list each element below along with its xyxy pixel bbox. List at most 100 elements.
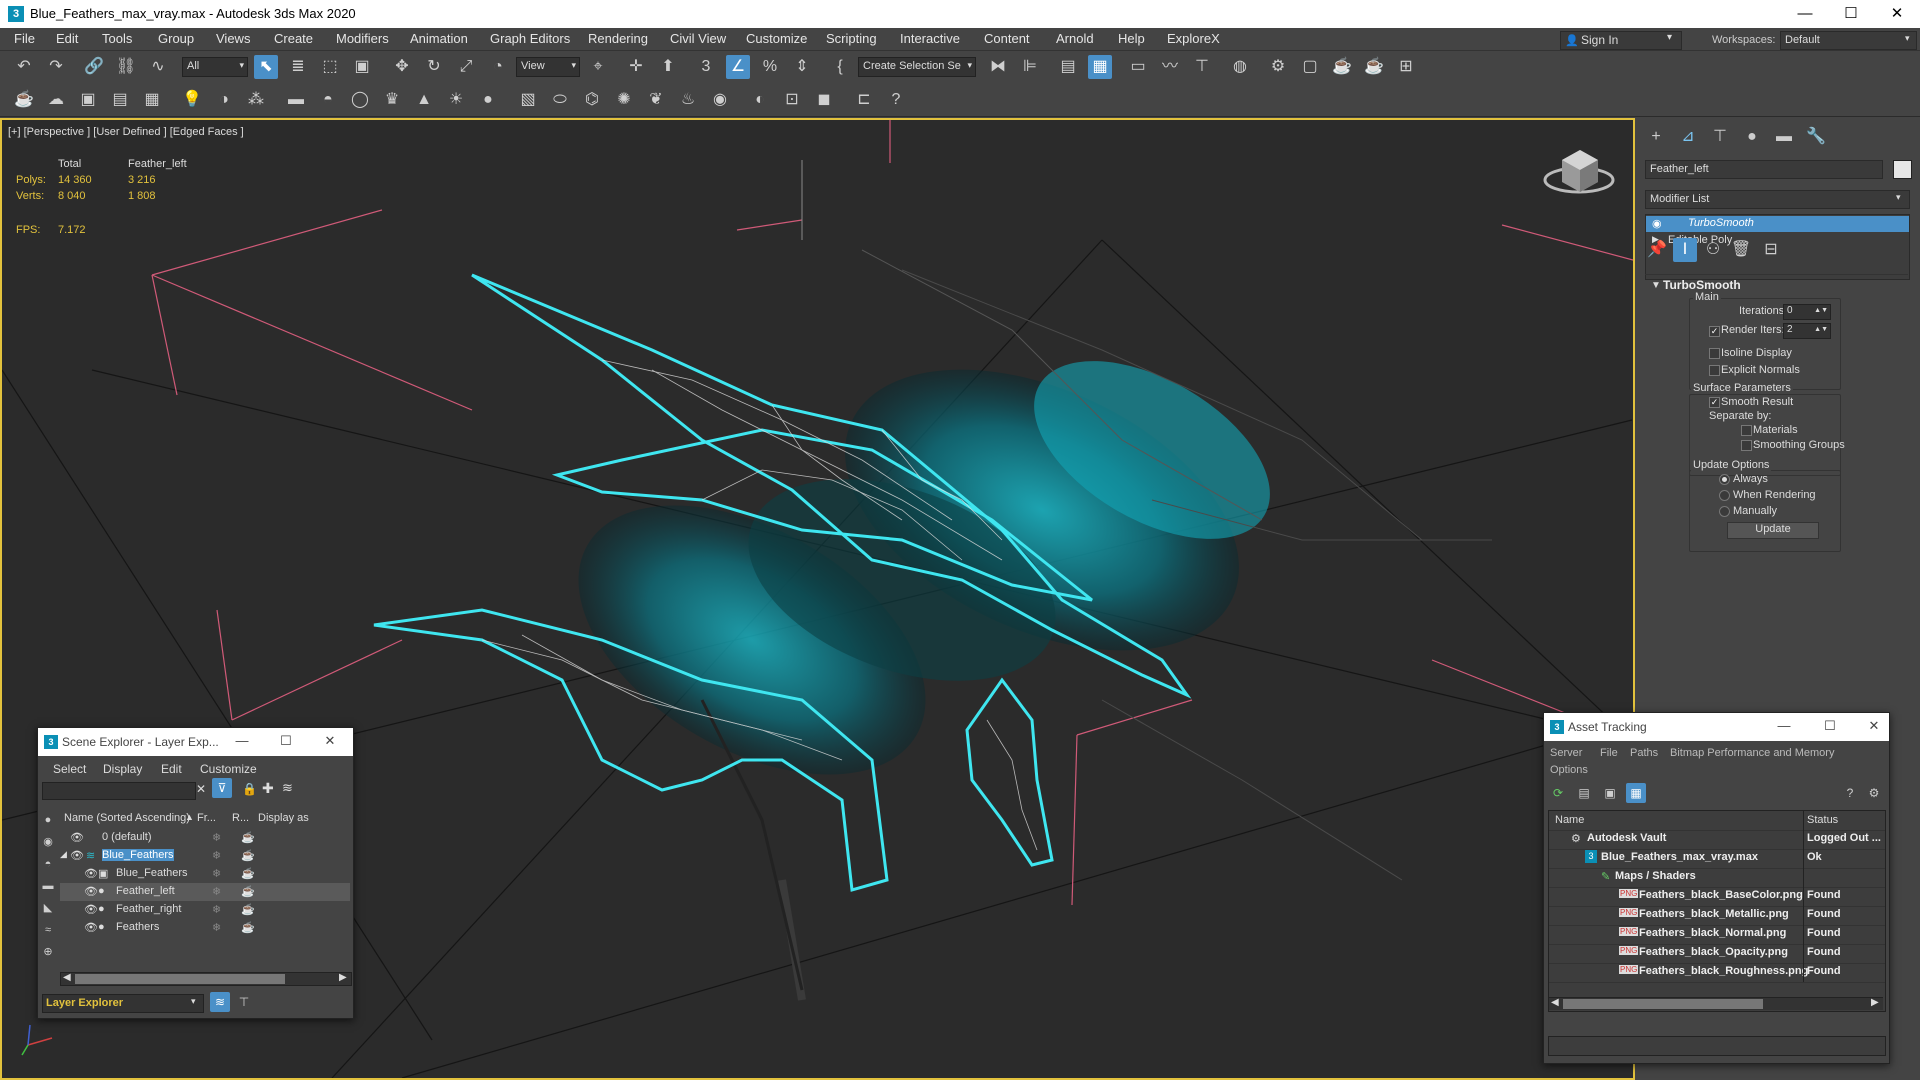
layer-row-default[interactable]: 👁 0 (default) ❄ ☕ xyxy=(60,829,350,847)
eye-icon[interactable]: 👁 xyxy=(84,867,98,880)
menu-edit[interactable]: Edit xyxy=(56,31,78,46)
vray-scene-icon[interactable]: ◼ xyxy=(812,88,836,112)
render-icon[interactable]: ☕ xyxy=(241,849,255,862)
percent-snap-icon[interactable]: % xyxy=(758,55,782,79)
menu-civil-view[interactable]: Civil View xyxy=(670,31,726,46)
scrollbar-thumb[interactable] xyxy=(1563,999,1763,1009)
render-icon[interactable]: ☕ xyxy=(241,867,255,880)
select-object-icon[interactable]: ⬉ xyxy=(254,55,278,79)
render-iters-spinner[interactable]: 2 ▲▼ xyxy=(1783,323,1831,339)
scroll-right-icon[interactable]: ▶ xyxy=(1871,997,1879,1008)
display-none-icon[interactable]: ● xyxy=(40,812,56,828)
collapse-arrow-icon[interactable]: ▼ xyxy=(1651,280,1661,291)
menu-file[interactable]: File xyxy=(1600,747,1618,759)
toggle-layer-explorer-icon[interactable]: ▦ xyxy=(1088,55,1112,79)
menu-tools[interactable]: Tools xyxy=(102,31,132,46)
render-in-cloud-icon[interactable]: ⊞ xyxy=(1394,55,1418,79)
menu-customize[interactable]: Customize xyxy=(200,762,257,776)
menu-create[interactable]: Create xyxy=(274,31,313,46)
display-geometry-icon[interactable]: ◉ xyxy=(40,834,56,850)
spinner-arrows-icon[interactable]: ▲▼ xyxy=(1814,307,1828,314)
manually-radio[interactable] xyxy=(1719,506,1730,517)
display-space-warps-icon[interactable]: ≈ xyxy=(40,922,56,938)
bind-space-warp-icon[interactable]: ∿ xyxy=(146,55,170,79)
snaps-toggle-icon[interactable]: 3 xyxy=(694,55,718,79)
vray-cloud-icon[interactable]: ☁ xyxy=(44,88,68,112)
sign-in-dropdown[interactable]: 👤 Sign In ▾ xyxy=(1560,31,1682,50)
minimize-button[interactable]: — xyxy=(1782,0,1828,28)
close-button[interactable]: ✕ xyxy=(320,733,340,749)
menu-interactive[interactable]: Interactive xyxy=(900,31,960,46)
menu-file[interactable]: File xyxy=(14,31,35,46)
isoline-display-checkbox[interactable] xyxy=(1709,348,1720,359)
help-icon[interactable]: ? xyxy=(884,88,908,112)
reference-coordinate-select[interactable]: View ▾ xyxy=(516,57,580,77)
freeze-icon[interactable]: ❄ xyxy=(212,885,221,898)
column-freeze-header[interactable]: Fr... xyxy=(197,812,216,824)
render-icon[interactable]: ☕ xyxy=(241,831,255,844)
asset-tracking-titlebar[interactable]: 3 Asset Tracking — ☐ ✕ xyxy=(1544,713,1889,741)
select-by-name-icon[interactable]: ≣ xyxy=(286,55,310,79)
spinner-arrows-icon[interactable]: ▲▼ xyxy=(1814,326,1828,333)
vray-material-icon[interactable]: ◐ xyxy=(748,88,772,112)
display-cameras-icon[interactable]: ▬ xyxy=(40,878,56,894)
object-row-feathers[interactable]: 👁 ● Feathers ❄ ☕ xyxy=(60,919,350,937)
configure-modifier-sets-icon[interactable]: ⊟ xyxy=(1759,238,1783,262)
vray-frame-buffer-icon[interactable]: ▣ xyxy=(76,88,100,112)
menu-help[interactable]: Help xyxy=(1118,31,1145,46)
remove-modifier-icon[interactable]: 🗑 xyxy=(1729,238,1753,262)
render-icon[interactable]: ☕ xyxy=(241,921,255,934)
menu-modifiers[interactable]: Modifiers xyxy=(336,31,389,46)
scrollbar-thumb[interactable] xyxy=(75,974,285,984)
lock-icon[interactable]: 🔒 xyxy=(242,782,257,796)
close-button[interactable]: ✕ xyxy=(1864,718,1884,734)
display-lights-icon[interactable]: ◓ xyxy=(40,856,56,872)
vray-dome-light-icon[interactable]: ◑ xyxy=(212,88,236,112)
menu-rendering[interactable]: Rendering xyxy=(588,31,648,46)
explicit-normals-checkbox[interactable] xyxy=(1709,365,1720,376)
layer-row-blue-feathers[interactable]: ◢ 👁 ≋ Blue_Feathers ❄ ☕ xyxy=(60,847,350,865)
scroll-left-icon[interactable]: ◀ xyxy=(1551,997,1559,1008)
make-unique-icon[interactable]: ⚇ xyxy=(1701,238,1725,262)
vray-proxy-icon[interactable]: ▧ xyxy=(516,88,540,112)
render-production-icon[interactable]: ☕ xyxy=(1330,55,1354,79)
freeze-icon[interactable]: ❄ xyxy=(212,903,221,916)
menu-views[interactable]: Views xyxy=(216,31,250,46)
refresh-icon[interactable]: ⟳ xyxy=(1548,783,1568,803)
scale-icon[interactable]: ⤢ xyxy=(454,55,478,79)
table-row[interactable]: PNG Feathers_black_Roughness.png Found xyxy=(1549,963,1885,983)
render-icon[interactable]: ☕ xyxy=(241,903,255,916)
table-row[interactable]: PNG Feathers_black_Metallic.png Found xyxy=(1549,906,1885,926)
collapse-arrow-icon[interactable]: ◢ xyxy=(60,849,67,860)
vray-mesh-light-icon[interactable]: ♛ xyxy=(380,88,404,112)
turbosmooth-rollout-title[interactable]: TurboSmooth xyxy=(1663,278,1741,292)
eye-icon[interactable]: 👁 xyxy=(84,921,98,934)
unlink-icon[interactable]: ⛓ xyxy=(114,55,138,79)
table-row[interactable]: PNG Feathers_black_Normal.png Found xyxy=(1549,925,1885,945)
menu-animation[interactable]: Animation xyxy=(410,31,468,46)
motion-tab-icon[interactable]: ● xyxy=(1741,126,1763,148)
close-button[interactable]: ✕ xyxy=(1874,0,1920,28)
menu-group[interactable]: Group xyxy=(158,31,194,46)
place-icon[interactable]: ◔ xyxy=(486,55,510,79)
column-status-header[interactable]: Status xyxy=(1807,814,1838,826)
vray-capsule-icon[interactable]: ⬭ xyxy=(548,88,572,112)
eye-icon[interactable]: ◉ xyxy=(1652,217,1662,230)
vray-clipper-icon[interactable]: ◉ xyxy=(708,88,732,112)
sort-by-hierarchy-icon[interactable]: ⊤ xyxy=(234,992,254,1012)
menu-options[interactable]: Options xyxy=(1550,764,1588,776)
vray-ies-icon[interactable]: ⁂ xyxy=(244,88,268,112)
object-row-blue-feathers[interactable]: 👁 ▣ Blue_Feathers ❄ ☕ xyxy=(60,865,350,883)
table-row[interactable]: PNG Feathers_black_BaseColor.png Found xyxy=(1549,887,1885,907)
eye-icon[interactable]: 👁 xyxy=(84,903,98,916)
sort-by-layer-icon[interactable]: ≋ xyxy=(210,992,230,1012)
render-setup-icon[interactable]: ⚙ xyxy=(1266,55,1290,79)
edit-named-selection-icon[interactable]: { xyxy=(828,55,852,79)
menu-server[interactable]: Server xyxy=(1550,747,1582,759)
asset-path-field[interactable] xyxy=(1548,1036,1886,1056)
angle-snap-icon[interactable]: ∠ xyxy=(726,55,750,79)
menu-display[interactable]: Display xyxy=(103,762,142,776)
maximize-button[interactable]: ☐ xyxy=(1820,718,1840,734)
add-layer-icon[interactable]: ✚ xyxy=(262,780,274,797)
vray-plane-icon[interactable]: ▬ xyxy=(284,88,308,112)
